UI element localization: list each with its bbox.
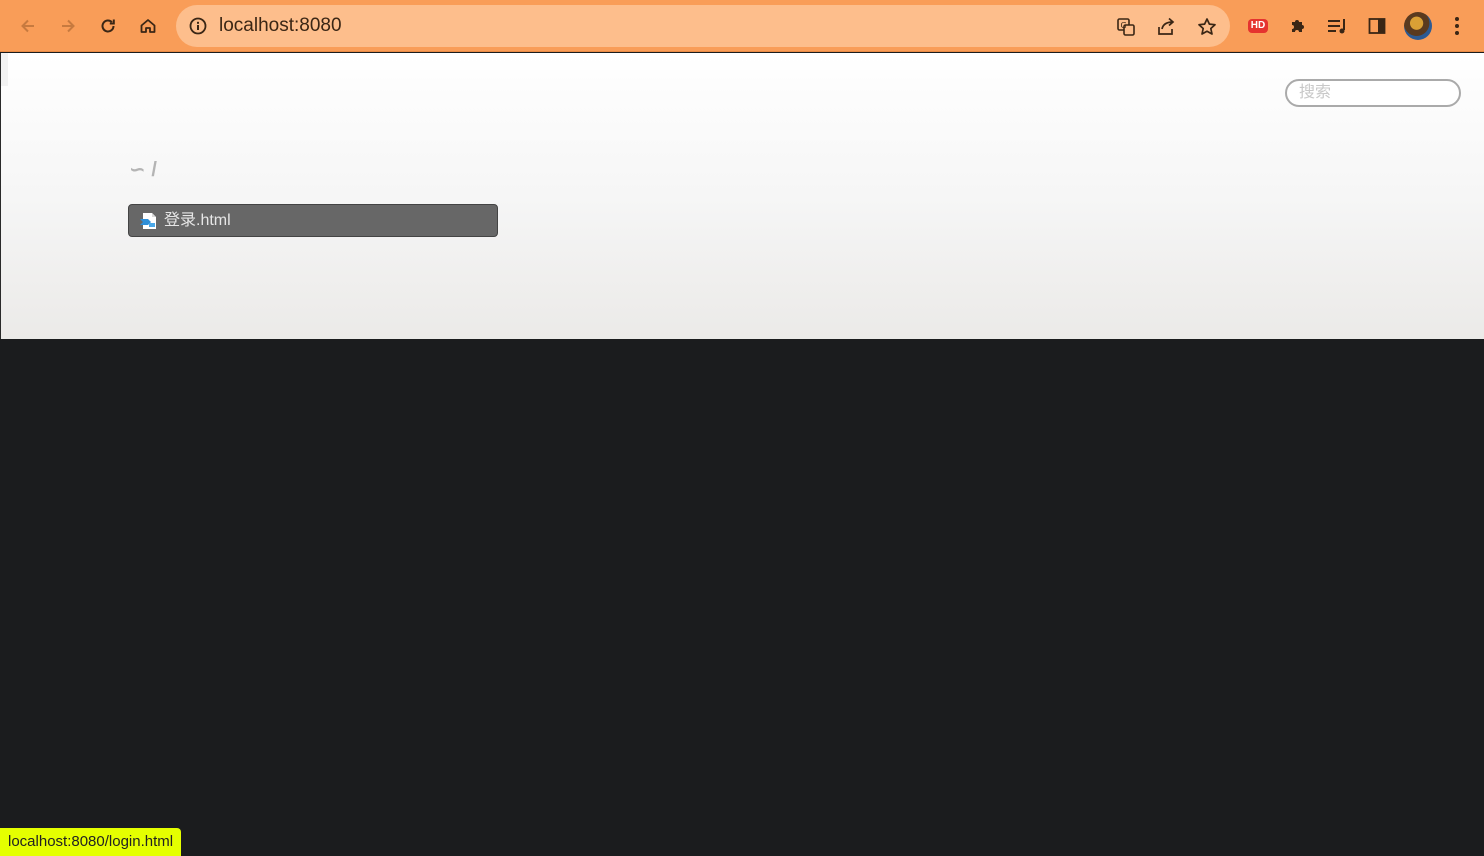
side-panel-toggle-icon — [1368, 18, 1386, 34]
extensions-puzzle-icon[interactable] — [1286, 14, 1310, 38]
file-list-item[interactable]: 登录.html — [128, 204, 498, 237]
svg-text:G: G — [1121, 21, 1127, 30]
back-icon — [21, 19, 34, 33]
side-panel-icon[interactable] — [1365, 14, 1389, 38]
forward-icon — [62, 19, 75, 33]
share-icon[interactable] — [1155, 16, 1177, 38]
reload-button[interactable] — [93, 11, 123, 41]
page-background-dark — [0, 339, 1484, 856]
media-list-icon — [1328, 19, 1345, 34]
home-button[interactable] — [133, 11, 163, 41]
info-icon[interactable] — [188, 16, 208, 36]
back-button[interactable] — [13, 11, 43, 41]
profile-avatar[interactable] — [1404, 12, 1432, 40]
reading-list-icon[interactable] — [1325, 14, 1349, 38]
home-icon — [140, 19, 156, 33]
url-text[interactable]: localhost:8080 — [219, 15, 342, 37]
forward-button[interactable] — [53, 11, 83, 41]
page-content: ∽ / 登录.html — [0, 53, 1484, 339]
kebab-menu-icon[interactable] — [1446, 14, 1468, 38]
hd-extension-icon[interactable]: HD — [1246, 14, 1270, 38]
file-name: 登录.html — [164, 212, 231, 229]
translate-icon[interactable]: G — [1115, 16, 1137, 38]
link-status-bar: localhost:8080/login.html — [0, 828, 182, 856]
browser-toolbar: localhost:8080 G HD — [0, 0, 1484, 52]
breadcrumb-home-link[interactable]: ∽ — [129, 159, 146, 181]
left-edge-marker — [1, 53, 8, 86]
reload-icon — [101, 19, 115, 33]
puzzle-icon — [1292, 20, 1304, 32]
breadcrumb: ∽ / — [129, 157, 157, 182]
bookmark-star-icon[interactable] — [1196, 16, 1218, 38]
html-file-icon — [140, 213, 156, 229]
address-bar[interactable]: localhost:8080 G — [176, 5, 1230, 47]
search-input[interactable] — [1285, 79, 1461, 107]
breadcrumb-separator: / — [151, 159, 157, 181]
